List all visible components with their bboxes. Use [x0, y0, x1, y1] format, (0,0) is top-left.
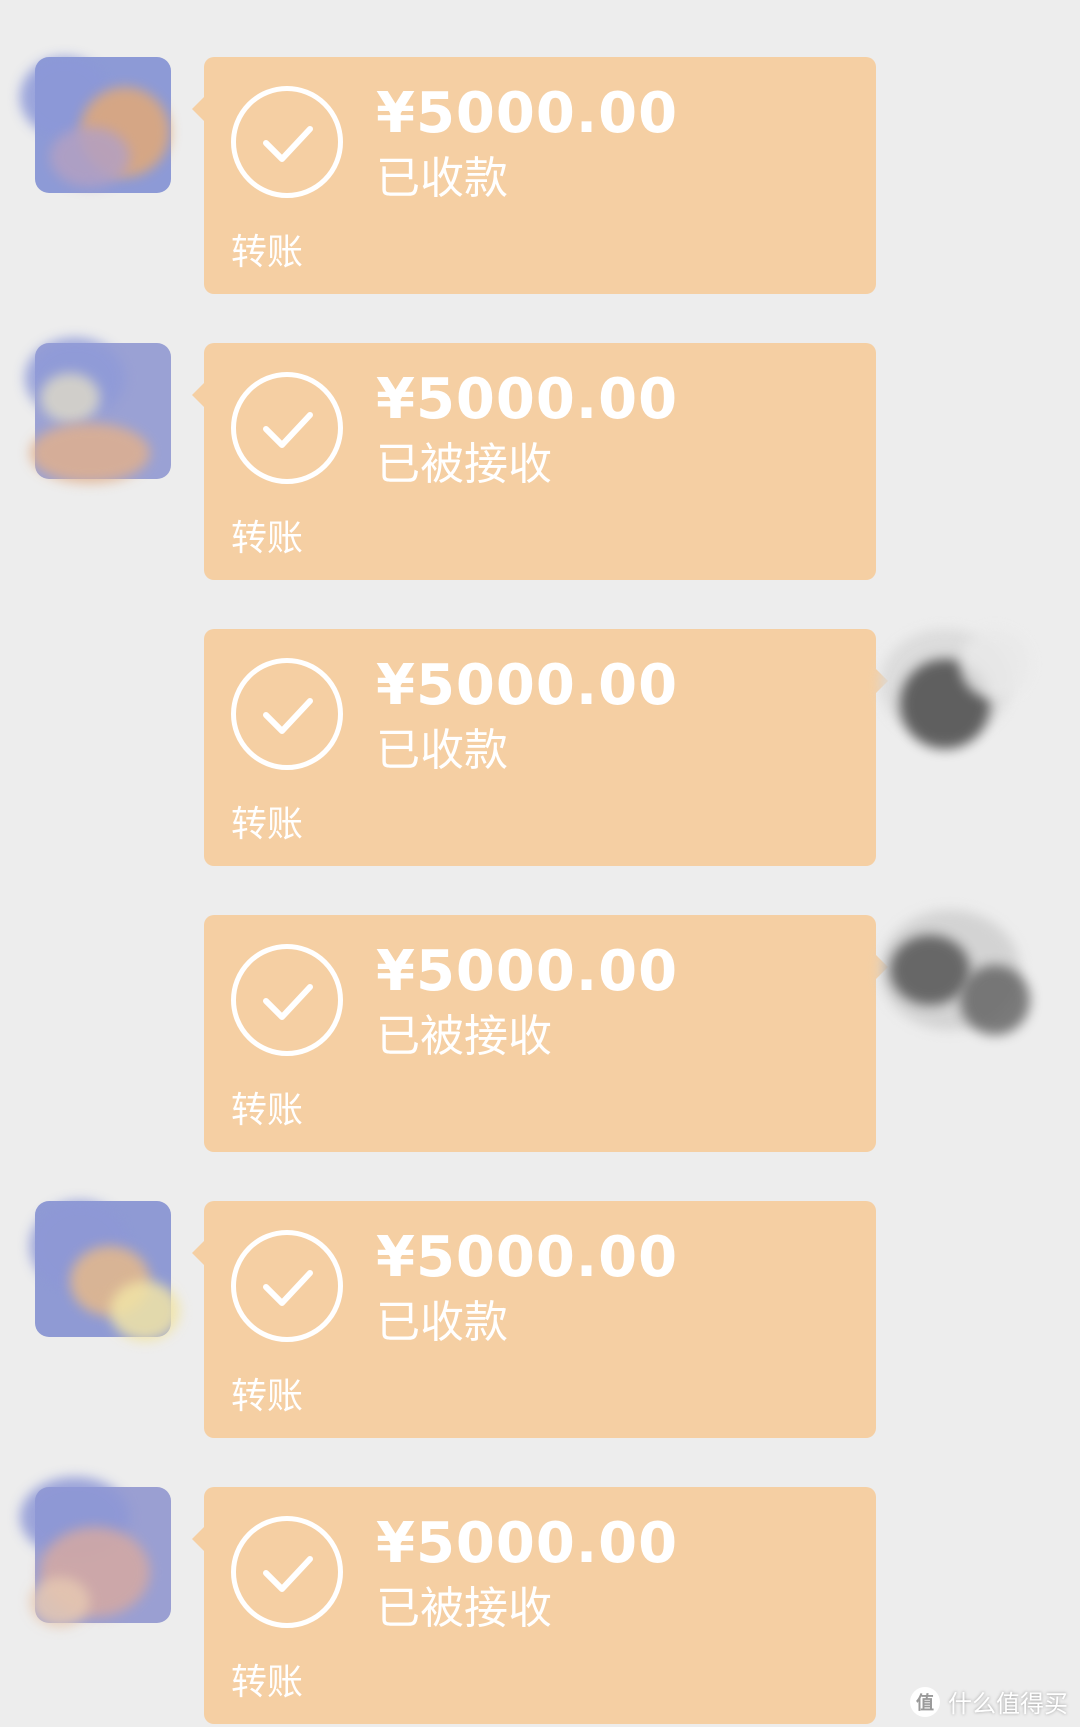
transfer-bubble[interactable]: ¥5000.00 已收款 转账 — [204, 629, 888, 866]
transfer-amount: ¥5000.00 — [376, 653, 679, 718]
transfer-status: 已收款 — [376, 1297, 508, 1348]
avatar[interactable] — [860, 875, 1050, 1065]
transfer-amount: ¥5000.00 — [376, 939, 679, 1004]
watermark: 值 什么值得买 — [910, 1684, 1068, 1719]
transfer-bubble[interactable]: ¥5000.00 已被接收 转账 — [192, 1487, 876, 1724]
transfer-status: 已被接收 — [376, 1011, 552, 1062]
check-circle-icon — [231, 372, 343, 484]
transfer-type-label: 转账 — [231, 1090, 304, 1131]
transfer-type-label: 转账 — [231, 1662, 304, 1703]
avatar[interactable] — [0, 17, 190, 207]
transfer-amount: ¥5000.00 — [376, 1225, 679, 1290]
transfer-amount: ¥5000.00 — [376, 1511, 679, 1576]
transfer-message: ¥5000.00 已收款 转账 — [0, 629, 1080, 867]
transfer-status: 已被接收 — [376, 439, 552, 490]
transfer-bubble[interactable]: ¥5000.00 已收款 转账 — [192, 57, 876, 294]
bubble-tail — [192, 383, 204, 407]
check-circle-icon — [231, 658, 343, 770]
transfer-type-label: 转账 — [231, 1376, 304, 1417]
transfer-bubble[interactable]: ¥5000.00 已收款 转账 — [192, 1201, 876, 1438]
transfer-status: 已收款 — [376, 725, 508, 776]
transfer-status: 已收款 — [376, 153, 508, 204]
avatar[interactable] — [860, 589, 1050, 779]
transfer-bubble[interactable]: ¥5000.00 已被接收 转账 — [192, 343, 876, 580]
transfer-type-label: 转账 — [231, 518, 304, 559]
transfer-message: ¥5000.00 已被接收 转账 — [0, 338, 1080, 581]
check-circle-icon — [231, 944, 343, 1056]
zhi-badge-icon: 值 — [910, 1686, 940, 1717]
transfer-message: ¥5000.00 已收款 转账 — [0, 57, 1080, 295]
transfer-amount: ¥5000.00 — [376, 367, 679, 432]
check-circle-icon — [231, 1516, 343, 1628]
bubble-tail — [192, 1527, 204, 1551]
transfer-message: ¥5000.00 已被接收 转账 — [0, 910, 1080, 1153]
watermark-text: 什么值得买 — [948, 1690, 1068, 1718]
check-circle-icon — [231, 1230, 343, 1342]
transfer-message: ¥5000.00 已收款 转账 — [0, 1201, 1080, 1439]
check-circle-icon — [231, 86, 343, 198]
transfer-type-label: 转账 — [231, 232, 304, 273]
avatar[interactable] — [0, 1447, 190, 1637]
bubble-tail — [192, 97, 204, 121]
avatar[interactable] — [0, 303, 190, 493]
transfer-type-label: 转账 — [231, 804, 304, 845]
transfer-status: 已被接收 — [376, 1583, 552, 1634]
bubble-tail — [192, 1241, 204, 1265]
transfer-amount: ¥5000.00 — [376, 81, 679, 146]
avatar[interactable] — [0, 1161, 190, 1351]
transfer-bubble[interactable]: ¥5000.00 已被接收 转账 — [204, 915, 888, 1152]
